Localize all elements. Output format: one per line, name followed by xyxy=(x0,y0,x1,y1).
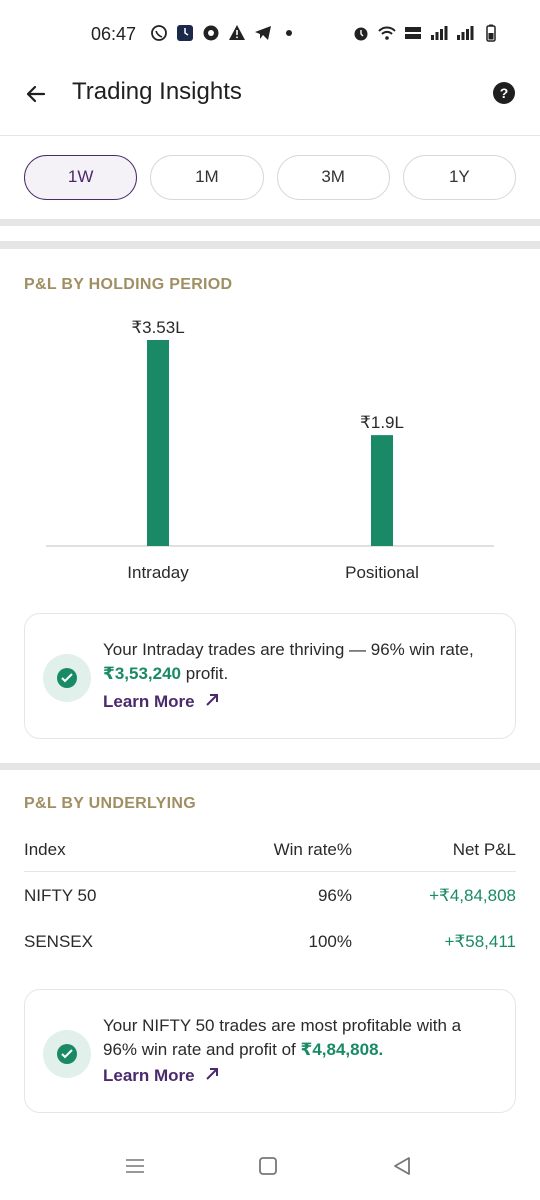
warning-icon xyxy=(228,24,246,42)
tab-1m[interactable]: 1M xyxy=(150,155,264,200)
table-header-row: Index Win rate% Net P&L xyxy=(24,836,516,872)
status-time: 06:47 xyxy=(91,24,137,44)
period-tabs: 1W 1M 3M 1Y xyxy=(24,155,516,201)
chart-category-label: Positional xyxy=(345,563,419,582)
section-divider xyxy=(0,219,540,226)
success-check-icon xyxy=(43,1030,91,1078)
wifi-icon xyxy=(378,24,396,42)
arrow-up-right-icon xyxy=(205,1066,219,1086)
holding-period-heading: P&L BY HOLDING PERIOD xyxy=(24,276,233,293)
volte-icon xyxy=(404,24,422,42)
learn-more-link[interactable]: Learn More xyxy=(103,692,219,712)
clock-app-icon xyxy=(176,24,194,42)
column-header-win-rate: Win rate% xyxy=(273,840,352,859)
signal-icon xyxy=(456,24,474,42)
table-row[interactable]: SENSEX 100% +₹58,411 xyxy=(24,918,516,964)
arrow-up-right-icon xyxy=(205,692,219,712)
chart-bar-intraday[interactable] xyxy=(147,340,169,546)
alarm-icon xyxy=(352,24,370,42)
column-header-index: Index xyxy=(24,840,66,859)
column-header-net-pl: Net P&L xyxy=(452,840,516,859)
tab-1y[interactable]: 1Y xyxy=(402,155,516,200)
table-row[interactable]: NIFTY 50 96% +₹4,84,808 xyxy=(24,872,516,918)
row-net-pl: +₹4,84,808 xyxy=(429,886,516,905)
system-icons xyxy=(352,24,500,42)
learn-more-link[interactable]: Learn More xyxy=(103,1066,219,1086)
nifty-insight-text: Your NIFTY 50 trades are most profitable… xyxy=(103,1014,495,1062)
whatsapp-icon xyxy=(150,24,168,42)
chart-data-label: ₹1.9L xyxy=(360,413,404,432)
row-index: NIFTY 50 xyxy=(24,886,97,905)
bar-chart-svg: ₹3.53L Intraday ₹1.9L Positional xyxy=(46,318,494,582)
insight-text-before: Your NIFTY 50 trades are most profitable… xyxy=(103,1016,462,1059)
chart-category-label: Intraday xyxy=(127,563,189,582)
dot-icon xyxy=(280,24,298,42)
home-icon[interactable] xyxy=(256,1154,280,1178)
row-index: SENSEX xyxy=(24,932,93,951)
notification-icons xyxy=(150,24,298,42)
back-arrow-icon[interactable] xyxy=(22,80,50,108)
insight-text-after: profit. xyxy=(181,664,229,683)
help-icon[interactable]: ? xyxy=(493,82,515,104)
chart-data-label: ₹3.53L xyxy=(131,318,184,337)
telegram-icon xyxy=(254,24,272,42)
row-net-pl: +₹58,411 xyxy=(444,932,516,951)
tab-1w[interactable]: 1W xyxy=(24,155,138,200)
intraday-insight-text: Your Intraday trades are thriving — 96% … xyxy=(103,638,495,686)
row-win-rate: 100% xyxy=(308,932,352,951)
underlying-table: Index Win rate% Net P&L NIFTY 50 96% +₹4… xyxy=(24,836,516,964)
row-win-rate: 96% xyxy=(317,886,352,905)
holding-period-chart: ₹3.53L Intraday ₹1.9L Positional xyxy=(46,300,494,590)
learn-more-label: Learn More xyxy=(103,692,195,711)
underlying-heading: P&L BY UNDERLYING xyxy=(24,795,196,812)
back-triangle-icon[interactable] xyxy=(390,1154,414,1178)
chrome-icon xyxy=(202,24,220,42)
signal-icon xyxy=(430,24,448,42)
insight-amount: ₹4,84,808. xyxy=(300,1040,384,1059)
insight-amount: ₹3,53,240 xyxy=(103,664,182,683)
menu-icon[interactable] xyxy=(123,1154,147,1178)
app-header: Trading Insights ? xyxy=(0,70,540,136)
intraday-insight-card: Your Intraday trades are thriving — 96% … xyxy=(24,613,516,739)
page-title: Trading Insights xyxy=(72,78,242,105)
system-nav-bar xyxy=(0,1132,540,1200)
insight-text-before: Your Intraday trades are thriving — 96% … xyxy=(103,640,474,659)
nifty-insight-card: Your NIFTY 50 trades are most profitable… xyxy=(24,989,516,1113)
chart-bar-positional[interactable] xyxy=(371,435,393,546)
success-check-icon xyxy=(43,654,91,702)
battery-icon xyxy=(482,24,500,42)
section-divider xyxy=(0,241,540,249)
tab-3m[interactable]: 3M xyxy=(276,155,390,200)
section-divider xyxy=(0,763,540,770)
status-bar: 06:47 xyxy=(0,0,540,70)
learn-more-label: Learn More xyxy=(103,1066,195,1085)
